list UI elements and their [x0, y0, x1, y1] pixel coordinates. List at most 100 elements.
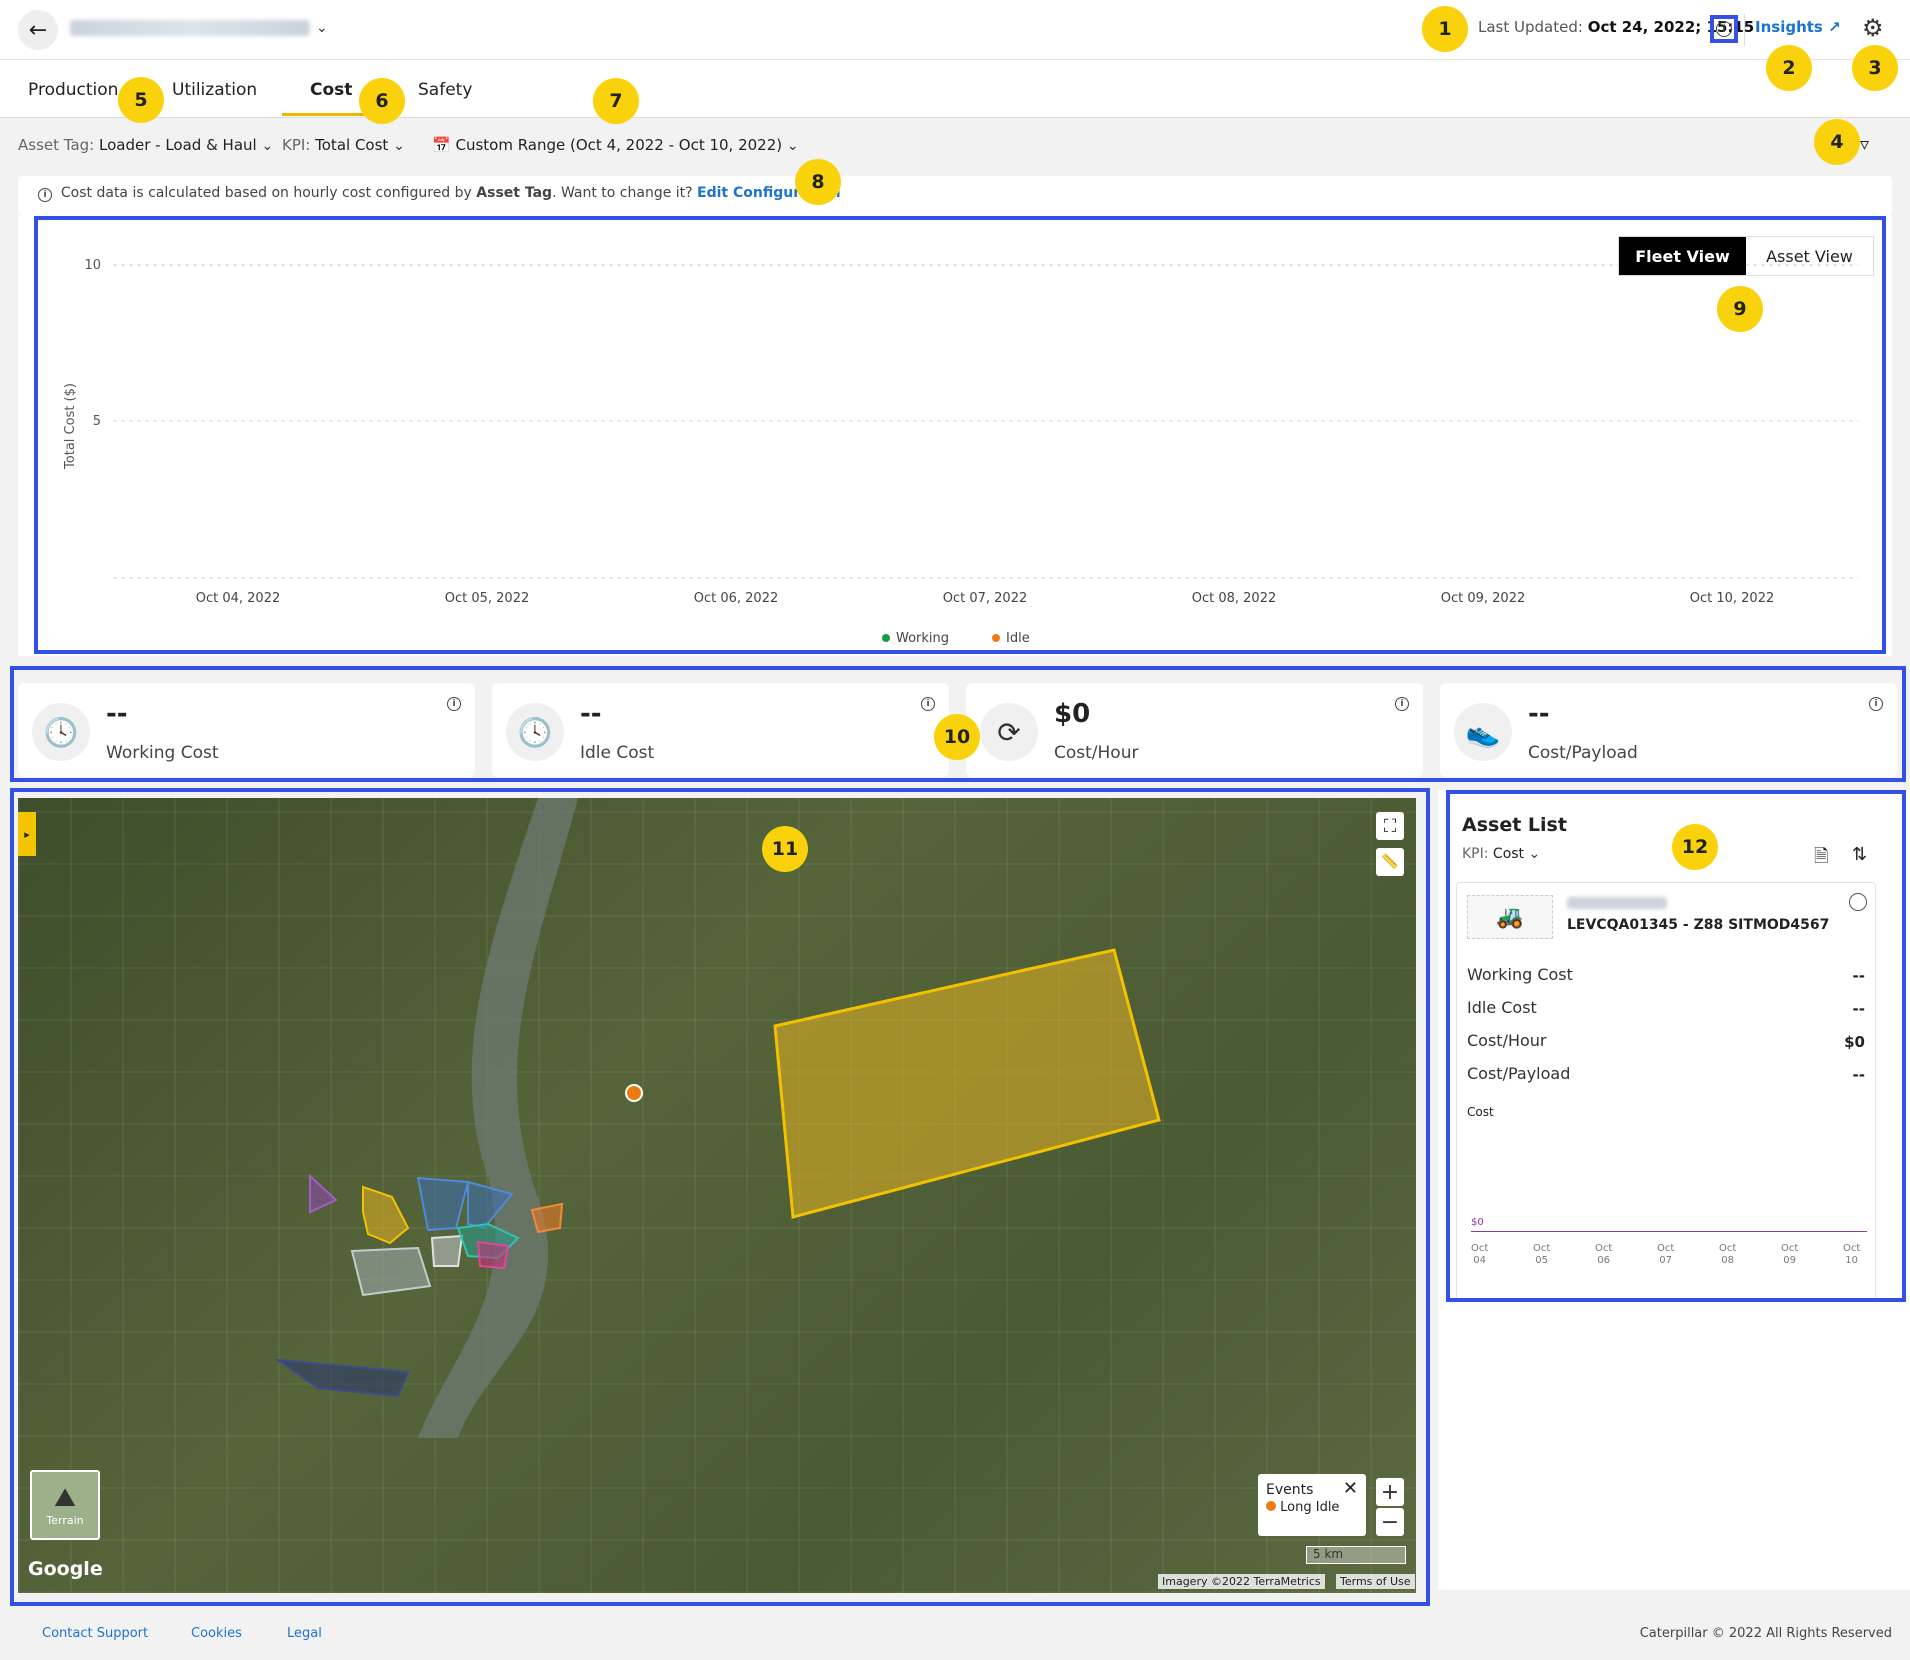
kpi-label: Cost/Hour — [1054, 743, 1139, 763]
row-value: -- — [1852, 1066, 1865, 1084]
callout-marker: 8 — [795, 159, 841, 205]
copyright: Caterpillar © 2022 All Rights Reserved — [1639, 1626, 1892, 1641]
chevron-down-icon: ⌄ — [261, 138, 274, 154]
info-icon[interactable]: i — [1869, 697, 1883, 711]
tab-production[interactable]: Production — [28, 80, 118, 100]
callout-marker: 10 — [934, 714, 980, 760]
footer: Contact Support Cookies Legal Caterpilla… — [0, 1608, 1910, 1660]
y-tick-label: 10 — [84, 258, 101, 273]
kpi-card-cost-payload: 👟 -- Cost/Payload i — [1440, 683, 1897, 777]
info-icon[interactable]: i — [921, 697, 935, 711]
kpi-card-idle-cost: 🕓 -- Idle Cost i — [492, 683, 949, 777]
terrain-toggle[interactable]: ⛰ Terrain — [30, 1470, 100, 1540]
gear-icon[interactable]: ⚙ — [1862, 14, 1884, 42]
cookies-link[interactable]: Cookies — [191, 1626, 242, 1641]
x-tick-label: Oct 04, 2022 — [196, 591, 281, 606]
kpi-label: Idle Cost — [580, 743, 655, 763]
chevron-down-icon[interactable]: ⌄ — [316, 20, 328, 36]
geofence[interactable] — [309, 1173, 338, 1214]
zoom-out-button[interactable]: − — [1376, 1508, 1404, 1536]
tab-utilization[interactable]: Utilization — [172, 80, 257, 100]
callout-marker: 6 — [359, 78, 405, 124]
x-tick-label: Oct 09, 2022 — [1441, 591, 1526, 606]
fullscreen-icon[interactable]: ⛶ — [1376, 812, 1404, 840]
callout-marker: 4 — [1814, 119, 1860, 165]
insights-link[interactable]: Insights ↗ — [1755, 18, 1841, 36]
back-arrow-icon[interactable]: ← — [18, 10, 58, 50]
asset-id-blurred — [1567, 897, 1667, 909]
export-icon[interactable]: 🗎 — [1814, 844, 1828, 874]
tab-safety[interactable]: Safety — [418, 80, 472, 100]
geofence[interactable] — [416, 1176, 470, 1232]
geofence[interactable] — [274, 1358, 410, 1398]
legal-link[interactable]: Legal — [287, 1626, 322, 1641]
expand-panel-handle[interactable]: ▸ — [18, 812, 36, 856]
callout-marker: 3 — [1852, 45, 1898, 91]
kpi-value: -- — [580, 699, 602, 729]
geofence[interactable] — [362, 1185, 410, 1245]
yellow-geofence[interactable] — [773, 948, 1161, 1219]
map-attribution: Imagery ©2022 TerraMetrics — [1158, 1574, 1325, 1589]
callout-marker: 7 — [593, 78, 639, 124]
view-toggle: Fleet View Asset View — [1618, 236, 1874, 276]
divider — [1744, 14, 1745, 46]
terrain-label: Terrain — [46, 1514, 84, 1527]
date-range-filter[interactable]: 📅 Custom Range (Oct 4, 2022 - Oct 10, 20… — [432, 136, 799, 154]
last-updated-label: Last Updated: — [1478, 18, 1583, 36]
terms-of-use-link[interactable]: Terms of Use — [1336, 1574, 1415, 1589]
events-legend-item: Long Idle — [1266, 1500, 1358, 1515]
asset-select-radio[interactable] — [1849, 893, 1867, 911]
last-updated-info-highlight: i — [1710, 15, 1738, 43]
filter-icon[interactable]: ▿ — [1860, 134, 1869, 155]
mountain-icon: ⛰ — [54, 1483, 76, 1513]
callout-marker: 9 — [1717, 286, 1763, 332]
zoom-in-button[interactable]: + — [1376, 1478, 1404, 1506]
geofence[interactable] — [530, 1202, 564, 1234]
geofence[interactable] — [476, 1240, 510, 1270]
cost-chart-card: 10 5 Total Cost ($) Oct 04, 2022 Oct 05, 202… — [18, 216, 1892, 656]
info-icon[interactable]: i — [447, 697, 461, 711]
tab-cost[interactable]: Cost — [310, 80, 352, 100]
geofence[interactable] — [430, 1234, 464, 1267]
sort-icon[interactable]: ⇅ — [1852, 844, 1867, 865]
fleet-view-button[interactable]: Fleet View — [1619, 237, 1746, 275]
long-idle-dot — [1266, 1501, 1276, 1511]
events-legend: Events ✕ Long Idle — [1258, 1474, 1366, 1536]
kpi-value: Total Cost — [315, 136, 389, 154]
map[interactable]: ▸ ⛶ 📏 ⛰ Terrain Google Events ✕ Long Idl… — [18, 798, 1416, 1593]
close-icon[interactable]: ✕ — [1343, 1478, 1358, 1499]
info-icon[interactable]: i — [1716, 21, 1732, 37]
long-idle-event-marker[interactable] — [625, 1084, 643, 1102]
info-icon: i — [38, 188, 52, 202]
asset-view-button[interactable]: Asset View — [1746, 237, 1873, 275]
asset-list-panel: Asset List KPI: Cost ⌄ 🗎 ⇅ 🚜 LEVCQA01345… — [1438, 790, 1910, 1590]
calendar-icon: 📅 — [432, 136, 451, 154]
asset-list-kpi-dropdown[interactable]: KPI: Cost ⌄ — [1462, 846, 1540, 862]
geofence[interactable] — [350, 1246, 432, 1297]
google-logo: Google — [28, 1558, 103, 1580]
top-bar: ← ⌄ Last Updated: Oct 24, 2022; 15:15 i … — [0, 0, 1910, 60]
mini-chart-x-tick: Oct 10 — [1843, 1243, 1861, 1266]
asset-tag-filter[interactable]: Asset Tag: Loader - Load & Haul ⌄ — [18, 136, 273, 154]
callout-marker: 2 — [1766, 45, 1812, 91]
callout-marker: 5 — [118, 77, 164, 123]
kpi-value: $0 — [1054, 699, 1091, 729]
kpi-card-working-cost: 🕓 -- Working Cost i — [18, 683, 475, 777]
info-banner: i Cost data is calculated based on hourl… — [18, 176, 1892, 216]
kpi-filter[interactable]: KPI: Total Cost ⌄ — [282, 136, 405, 154]
mini-chart-x-tick: Oct 05 — [1533, 1243, 1551, 1266]
asset-card[interactable]: 🚜 LEVCQA01345 - Z88 SITMOD4567 Working C… — [1456, 882, 1876, 1302]
payload-icon: 👟 — [1454, 703, 1512, 761]
row-label: Cost/Hour — [1467, 1031, 1547, 1050]
row-label: Working Cost — [1467, 965, 1573, 984]
contact-support-link[interactable]: Contact Support — [42, 1626, 148, 1641]
asset-tag-value: Loader - Load & Haul — [99, 136, 257, 154]
row-label: Cost/Payload — [1467, 1064, 1571, 1083]
y-tick-label: 5 — [93, 414, 101, 429]
kpi-label: Working Cost — [106, 743, 219, 763]
ruler-icon[interactable]: 📏 — [1376, 848, 1404, 876]
kpi-value: -- — [1528, 699, 1550, 729]
callout-marker: 11 — [762, 826, 808, 872]
asset-kpi-value: Cost — [1492, 846, 1525, 862]
info-icon[interactable]: i — [1395, 697, 1409, 711]
